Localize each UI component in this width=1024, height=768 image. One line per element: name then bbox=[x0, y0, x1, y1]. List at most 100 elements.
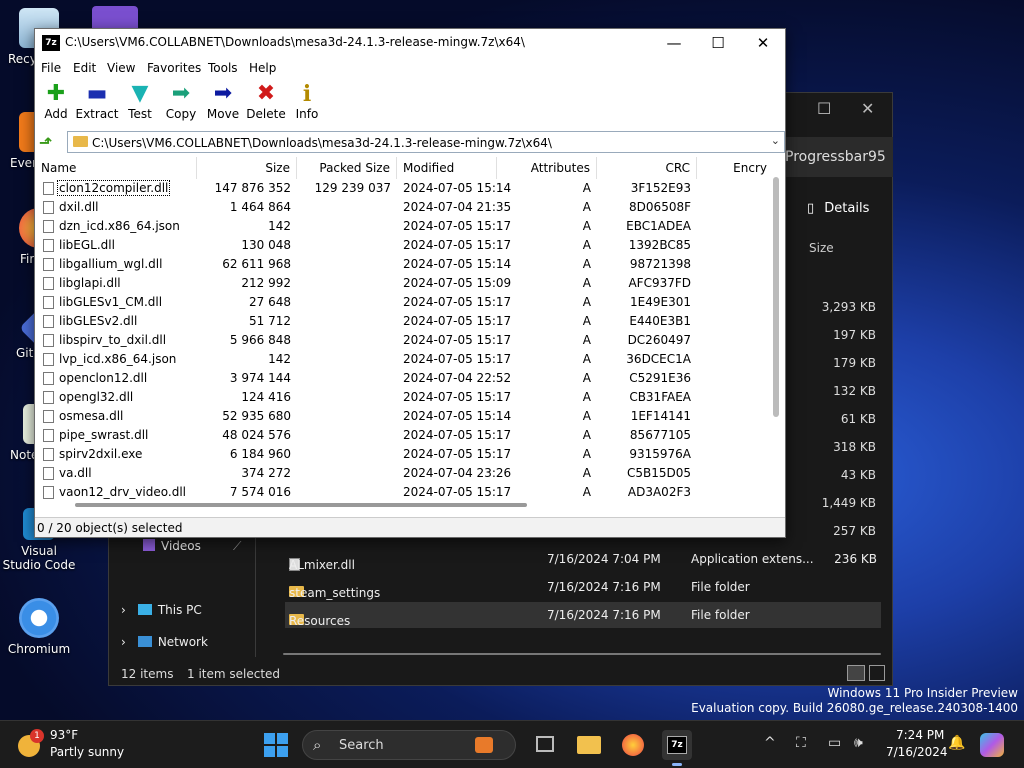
file-icon bbox=[43, 315, 54, 328]
column-header-crc[interactable]: CRC bbox=[597, 157, 697, 179]
desktop-icon-chromium[interactable]: Chromium bbox=[2, 598, 76, 656]
menu-bar: File Edit View Favorites Tools Help bbox=[35, 57, 785, 79]
table-row[interactable]: dzn_icd.x86_64.json 142 2024-07-05 15:17 A E… bbox=[35, 217, 775, 236]
test-button[interactable]: ▼ Test bbox=[117, 81, 163, 121]
menu-file[interactable]: File bbox=[41, 61, 61, 75]
table-row[interactable]: va.dll 374 272 2024-07-04 23:26 A C5B15D05 bbox=[35, 464, 775, 483]
add-button[interactable]: ✚ Add bbox=[33, 81, 79, 121]
table-row[interactable]: libspirv_to_dxil.dll 5 966 848 2024-07-05 … bbox=[35, 331, 775, 350]
display-icon[interactable]: ▭ bbox=[828, 735, 841, 751]
network-status-icon[interactable]: ⛶ bbox=[796, 735, 806, 751]
desktop-icon-app-purple[interactable] bbox=[92, 6, 138, 28]
search-box[interactable]: ⌕ Search bbox=[302, 730, 516, 760]
menu-tools[interactable]: Tools bbox=[208, 61, 238, 75]
watermark-line-2: Evaluation copy. Build 26080.ge_release.… bbox=[691, 701, 1018, 715]
table-row[interactable]: dxil.dll 1 464 864 2024-07-04 21:35 A 8D0650… bbox=[35, 198, 775, 217]
firefox-taskbar-icon[interactable] bbox=[618, 730, 648, 760]
file-icon bbox=[43, 486, 54, 499]
menu-view[interactable]: View bbox=[107, 61, 135, 75]
nav-item-videos[interactable]: Videos ⟋ bbox=[143, 539, 241, 553]
extract-button[interactable]: ▬ Extract bbox=[74, 81, 120, 121]
nav-item-network[interactable]: › Network bbox=[121, 635, 208, 649]
table-row[interactable]: openclon12.dll 3 974 144 2024-07-04 22:52 A… bbox=[35, 369, 775, 388]
column-header-size[interactable]: Size bbox=[197, 157, 297, 179]
thumbnails-view-icon[interactable] bbox=[869, 665, 885, 681]
file-icon bbox=[43, 334, 54, 347]
column-header-encrypted[interactable]: Encry bbox=[697, 157, 777, 179]
chevron-down-icon[interactable]: ⌄ bbox=[771, 134, 780, 147]
size-column-header[interactable]: Size bbox=[809, 241, 834, 255]
clock-time[interactable]: 7:24 PM bbox=[896, 728, 944, 742]
minimize-button[interactable]: — bbox=[659, 32, 689, 54]
start-button[interactable] bbox=[264, 733, 288, 757]
chevron-right-icon[interactable]: › bbox=[121, 635, 126, 649]
bell-icon[interactable]: 🔔 bbox=[948, 735, 965, 751]
file-list[interactable]: Name Size Packed Size Modified Attribute… bbox=[35, 157, 785, 505]
pin-icon[interactable]: ⟋ bbox=[233, 539, 241, 554]
file-explorer-taskbar-icon[interactable] bbox=[574, 730, 604, 760]
details-pane-icon: ▯ bbox=[807, 201, 815, 216]
column-header-attributes[interactable]: Attributes bbox=[497, 157, 597, 179]
toolbar: ✚ Add ▬ Extract ▼ Test ➡ Copy ➡ Move ✖ D… bbox=[35, 79, 785, 129]
info-button[interactable]: i Info bbox=[284, 81, 330, 121]
copilot-icon[interactable] bbox=[980, 733, 1004, 757]
test-icon: ▼ bbox=[131, 81, 149, 106]
table-row[interactable]: vaon12_drv_video.dll 7 574 016 2024-07-05 … bbox=[35, 483, 775, 502]
address-input[interactable]: C:\Users\VM6.COLLABNET\Downloads\mesa3d-… bbox=[67, 131, 785, 153]
chevron-right-icon[interactable]: › bbox=[121, 603, 126, 617]
up-folder-icon[interactable]: ⬏ bbox=[39, 133, 52, 152]
table-row[interactable]: libGLESv1_CM.dll 27 648 2024-07-05 15:17 A 1… bbox=[35, 293, 775, 312]
table-row[interactable]: spirv2dxil.exe 6 184 960 2024-07-05 15:17 A… bbox=[35, 445, 775, 464]
horizontal-scrollbar[interactable] bbox=[75, 503, 527, 507]
clock-date[interactable]: 7/16/2024 bbox=[886, 745, 948, 759]
move-button[interactable]: ➡ Move bbox=[200, 81, 246, 121]
column-header-modified[interactable]: Modified bbox=[397, 157, 497, 179]
status-item-count: 12 items bbox=[121, 667, 174, 681]
delete-icon: ✖ bbox=[256, 81, 276, 106]
maximize-button[interactable]: ☐ bbox=[703, 32, 733, 54]
desktop-icon-label: Visual Studio Code bbox=[2, 544, 76, 572]
chromium-icon bbox=[19, 598, 59, 638]
close-icon[interactable]: ✕ bbox=[861, 99, 874, 118]
table-row-selected[interactable]: Resources 7/16/2024 7:16 PM File folder bbox=[285, 602, 881, 628]
menu-edit[interactable]: Edit bbox=[73, 61, 96, 75]
move-icon: ➡ bbox=[213, 81, 233, 106]
nav-item-this-pc[interactable]: › This PC bbox=[121, 603, 202, 617]
task-view-icon[interactable] bbox=[530, 730, 560, 760]
chevron-up-icon[interactable]: ^ bbox=[764, 735, 776, 751]
file-icon bbox=[43, 239, 54, 252]
computer-icon bbox=[137, 604, 152, 615]
address-bar: ⬏ C:\Users\VM6.COLLABNET\Downloads\mesa3… bbox=[35, 129, 785, 155]
table-row[interactable]: lvp_icd.x86_64.json 142 2024-07-05 15:17 A 3… bbox=[35, 350, 775, 369]
table-row[interactable]: opengl32.dll 124 416 2024-07-05 15:17 A CB31… bbox=[35, 388, 775, 407]
vertical-scrollbar[interactable] bbox=[773, 177, 779, 417]
details-view-icon[interactable] bbox=[847, 665, 865, 681]
table-row[interactable]: ALmixer.dll 7/16/2024 7:04 PM Applicatio… bbox=[285, 546, 881, 572]
table-row[interactable]: libGLESv2.dll 51 712 2024-07-05 15:17 A E440… bbox=[35, 312, 775, 331]
file-icon bbox=[43, 429, 54, 442]
delete-button[interactable]: ✖ Delete bbox=[243, 81, 289, 121]
menu-favorites[interactable]: Favorites bbox=[147, 61, 201, 75]
copy-button[interactable]: ➡ Copy bbox=[158, 81, 204, 121]
volume-icon[interactable]: 🕪 bbox=[854, 735, 863, 751]
column-header-name[interactable]: Name bbox=[35, 157, 197, 179]
table-row[interactable]: clon12compiler.dll 147 876 352 129 239 037… bbox=[35, 179, 775, 198]
maximize-icon[interactable]: ☐ bbox=[817, 99, 831, 118]
explorer-tab-title[interactable]: Progressbar95 bbox=[785, 149, 886, 165]
table-row[interactable]: osmesa.dll 52 935 680 2024-07-05 15:14 A 1EF… bbox=[35, 407, 775, 426]
details-button[interactable]: ▯ Details bbox=[807, 201, 869, 216]
7zip-window[interactable]: 7z C:\Users\VM6.COLLABNET\Downloads\mesa… bbox=[34, 28, 786, 538]
table-row[interactable]: libEGL.dll 130 048 2024-07-05 15:17 A 1392BC… bbox=[35, 236, 775, 255]
7zip-taskbar-icon[interactable]: 7z bbox=[662, 730, 692, 766]
close-button[interactable]: ✕ bbox=[748, 32, 778, 54]
title-bar[interactable]: 7z C:\Users\VM6.COLLABNET\Downloads\mesa… bbox=[35, 29, 785, 57]
menu-help[interactable]: Help bbox=[249, 61, 276, 75]
table-row[interactable]: libgallium_wgl.dll 62 611 968 2024-07-05 1… bbox=[35, 255, 775, 274]
table-row[interactable]: pipe_swrast.dll 48 024 576 2024-07-05 15:1… bbox=[35, 426, 775, 445]
column-header-packed-size[interactable]: Packed Size bbox=[297, 157, 397, 179]
file-icon bbox=[43, 353, 54, 366]
table-row[interactable]: libglapi.dll 212 992 2024-07-05 15:09 A AFC9… bbox=[35, 274, 775, 293]
table-row[interactable]: steam_settings 7/16/2024 7:16 PM File fo… bbox=[285, 574, 881, 600]
file-icon bbox=[43, 258, 54, 271]
file-icon bbox=[43, 391, 54, 404]
